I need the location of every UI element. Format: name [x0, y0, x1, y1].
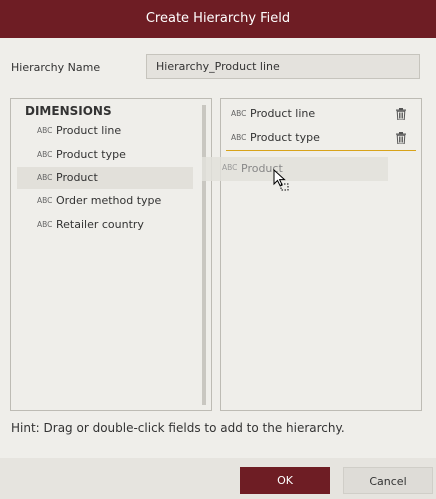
hierarchy-level-label: Product line [250, 107, 316, 120]
ok-button[interactable]: OK [240, 467, 330, 494]
abc-type-icon: ABC [37, 126, 53, 135]
drag-cursor-icon [273, 169, 289, 191]
abc-type-icon: ABC [37, 150, 53, 159]
hierarchy-levels-panel: ABC Product line ABC Product type [220, 98, 422, 411]
drag-ghost-product: ABC Product [202, 157, 388, 181]
abc-type-icon: ABC [231, 133, 247, 142]
dimension-item-order-method-type[interactable]: ABC Order method type [17, 190, 193, 212]
abc-type-icon: ABC [37, 220, 53, 229]
hierarchy-level-item[interactable]: ABC Product line [225, 103, 413, 125]
dimensions-panel: DIMENSIONS ABC Product line ABC Product ty… [10, 98, 212, 411]
dimensions-header: DIMENSIONS [25, 104, 112, 118]
dimension-item-product-type[interactable]: ABC Product type [17, 144, 193, 166]
abc-type-icon: ABC [222, 163, 238, 172]
trash-icon[interactable] [395, 108, 407, 120]
abc-type-icon: ABC [37, 173, 53, 182]
dimension-item-label: Retailer country [56, 218, 144, 231]
cancel-button[interactable]: Cancel [343, 467, 433, 494]
dimension-item-retailer-country[interactable]: ABC Retailer country [17, 214, 193, 236]
trash-icon[interactable] [395, 132, 407, 144]
hierarchy-level-label: Product type [250, 131, 320, 144]
abc-type-icon: ABC [231, 109, 247, 118]
abc-type-icon: ABC [37, 196, 53, 205]
dimensions-scrollbar[interactable] [202, 105, 206, 405]
dimension-item-label: Product type [56, 148, 126, 161]
dimension-item-label: Order method type [56, 194, 162, 207]
hierarchy-level-item[interactable]: ABC Product type [225, 127, 413, 149]
hierarchy-name-input[interactable]: Hierarchy_Product line [146, 54, 420, 79]
hierarchy-name-label: Hierarchy Name [11, 61, 101, 74]
hint-text: Hint: Drag or double-click fields to add… [11, 421, 345, 435]
drop-indicator-line [226, 150, 416, 151]
dimension-item-label: Product line [56, 124, 122, 137]
dimension-item-product[interactable]: ABC Product [17, 167, 193, 189]
dimension-item-product-line[interactable]: ABC Product line [17, 120, 193, 142]
dimension-item-label: Product [56, 171, 98, 184]
dialog-title: Create Hierarchy Field [0, 0, 436, 38]
